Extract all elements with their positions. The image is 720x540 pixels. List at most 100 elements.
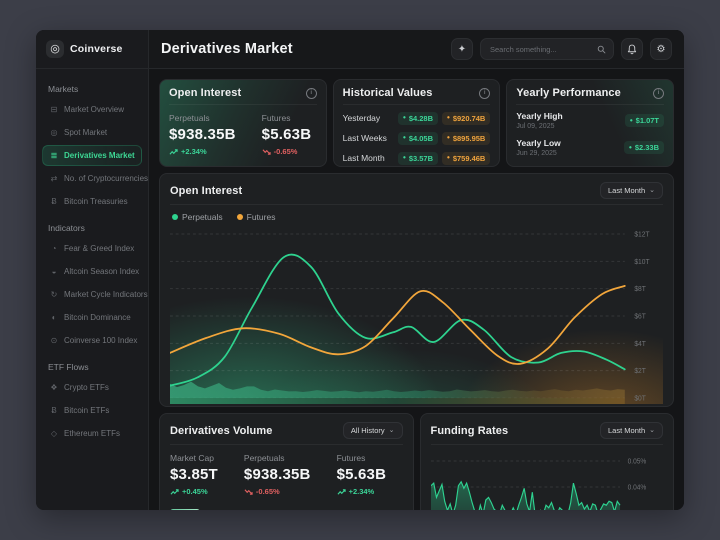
sidebar-item-ethereum-etfs[interactable]: ◇Ethereum ETFs bbox=[42, 423, 142, 444]
info-icon[interactable]: i bbox=[653, 88, 664, 99]
value-badge-green: •$1.07T bbox=[625, 114, 664, 127]
sidebar-item-label: Market Cycle Indicators bbox=[64, 290, 148, 299]
market-overview-icon: ⊟ bbox=[49, 105, 59, 114]
bell-icon bbox=[627, 44, 637, 55]
sidebar-item-altcoin-season-index[interactable]: ◒Altcoin Season Index bbox=[42, 261, 142, 282]
stat-market-cap: Market Cap$3.85T+0.45% bbox=[170, 453, 218, 496]
chevron-down-icon: ⌄ bbox=[389, 429, 395, 433]
trend-down-icon bbox=[262, 148, 271, 156]
range-select-open-interest[interactable]: Last Month ⌄ bbox=[600, 182, 663, 199]
card-title: Historical Values bbox=[343, 87, 433, 99]
no-of-cryptocurrencies-icon: ⇄ bbox=[49, 174, 59, 183]
stat-change: +0.45% bbox=[170, 487, 218, 496]
nav-section-label: ETF Flows bbox=[42, 353, 142, 375]
stat-label: Perpetuals bbox=[244, 453, 311, 463]
sidebar-item-no-of-cryptocurrencies[interactable]: ⇄No. of Cryptocurrencies bbox=[42, 168, 142, 189]
derivatives-volume-stats: Market Cap$3.85T+0.45%Perpetuals$938.35B… bbox=[170, 445, 403, 496]
bitcoin-dominance-icon: ◐ bbox=[49, 313, 59, 322]
sidebar-item-label: Coinverse 100 Index bbox=[64, 336, 137, 345]
legend-item-futures: Futures bbox=[237, 212, 276, 222]
badge-value: $895.95B bbox=[453, 134, 486, 143]
legend-dot-icon bbox=[237, 214, 243, 220]
yearly-row: Yearly HighJul 09, 2025•$1.07T bbox=[516, 107, 664, 134]
search-box[interactable] bbox=[480, 38, 614, 60]
chart-title: Open Interest bbox=[170, 185, 242, 197]
open-interest-chart-svg: $12T$10T$8T$6T$4T$2T$0T bbox=[170, 226, 663, 404]
sidebar-item-market-cycle-indicators[interactable]: ↻Market Cycle Indicators bbox=[42, 284, 142, 305]
sidebar-item-spot-market[interactable]: ◎Spot Market bbox=[42, 122, 142, 143]
dot-icon: • bbox=[447, 154, 450, 162]
range-label: Last Month bbox=[608, 186, 645, 195]
sidebar-item-label: Crypto ETFs bbox=[64, 383, 109, 392]
value-badge-orange: •$759.46B bbox=[442, 152, 490, 165]
sidebar-item-label: Bitcoin ETFs bbox=[64, 406, 109, 415]
yearly-performance-rows: Yearly HighJul 09, 2025•$1.07TYearly Low… bbox=[516, 105, 664, 161]
topbar: Derivatives Market ✦ bbox=[149, 30, 684, 69]
yearly-performance-card: Yearly Performance i Yearly HighJul 09, … bbox=[506, 79, 674, 167]
svg-text:0.05%: 0.05% bbox=[627, 458, 646, 465]
settings-button[interactable]: ⚙ bbox=[650, 38, 672, 60]
sidebar-item-fear-greed-index[interactable]: ◔Fear & Greed Index bbox=[42, 238, 142, 259]
legend-label: Perpetuals bbox=[182, 212, 223, 222]
content: Open Interest i Perpetuals$938.35B+2.34%… bbox=[149, 69, 684, 510]
derivatives-volume-card: Derivatives Volume All History ⌄ Market … bbox=[159, 413, 414, 510]
stat-change: -0.65% bbox=[244, 487, 311, 496]
value-badge-orange: •$895.95B bbox=[442, 132, 490, 145]
range-select-volume[interactable]: All History ⌄ bbox=[343, 422, 403, 439]
topbar-actions: ✦ ⚙ bbox=[451, 38, 672, 60]
info-icon[interactable]: i bbox=[306, 88, 317, 99]
coinverse-logo-icon: ◎ bbox=[46, 40, 64, 58]
sidebar-nav: Markets⊟Market Overview◎Spot Market≣Deri… bbox=[36, 69, 148, 452]
badge-value: $2.33B bbox=[635, 143, 659, 152]
chart-legend: Perpetuals Futures bbox=[170, 205, 663, 226]
change-value: +2.34% bbox=[181, 147, 207, 156]
dot-icon: • bbox=[403, 154, 406, 162]
info-icon[interactable]: i bbox=[479, 88, 490, 99]
sidebar-item-bitcoin-etfs[interactable]: Ƀ Bitcoin ETFs bbox=[42, 400, 142, 421]
sidebar-item-crypto-etfs[interactable]: ❖Crypto ETFs bbox=[42, 377, 142, 398]
sidebar-item-coinverse-100-index[interactable]: ⊙ Coinverse 100 Index bbox=[42, 330, 142, 351]
change-value: +0.45% bbox=[182, 487, 208, 496]
value-badge-green: •$3.57B bbox=[398, 152, 438, 165]
stat-perpetuals: Perpetuals$938.35B+2.34% bbox=[169, 113, 236, 156]
stat-change: -0.65% bbox=[262, 147, 312, 156]
legend-item-perpetuals: Perpetuals bbox=[172, 212, 223, 222]
value-badge-green: •$4.28B bbox=[398, 112, 438, 125]
range-label: Last Month bbox=[608, 426, 645, 435]
historical-row: Last Month•$3.57B•$759.46B bbox=[343, 148, 491, 167]
historical-values-rows: Yesterday•$4.28B•$920.74BLast Weeks•$4.0… bbox=[343, 105, 491, 167]
sidebar-item-derivatives-market[interactable]: ≣Derivatives Market bbox=[42, 145, 142, 166]
card-title: Yearly Performance bbox=[516, 87, 621, 99]
legend-label: Futures bbox=[247, 212, 276, 222]
stat-change: +2.34% bbox=[169, 147, 236, 156]
historical-row-label: Yesterday bbox=[343, 113, 398, 123]
dot-icon: • bbox=[447, 114, 450, 122]
sidebar-item-label: Market Overview bbox=[64, 105, 124, 114]
search-input[interactable] bbox=[488, 44, 593, 55]
historical-row: Yesterday•$4.28B•$920.74B bbox=[343, 108, 491, 128]
svg-text:$0T: $0T bbox=[634, 395, 646, 402]
chevron-down-icon: ⌄ bbox=[649, 429, 655, 433]
svg-text:$8T: $8T bbox=[634, 286, 646, 293]
bitcoin-etfs-icon: Ƀ bbox=[49, 406, 59, 415]
trend-up-icon bbox=[337, 488, 346, 496]
sidebar-item-bitcoin-treasuries[interactable]: ɃBitcoin Treasuries bbox=[42, 191, 142, 212]
summary-cards-row: Open Interest i Perpetuals$938.35B+2.34%… bbox=[159, 79, 674, 167]
brand-logo[interactable]: ◎ Coinverse bbox=[36, 30, 148, 69]
badge-value: $759.46B bbox=[453, 154, 486, 163]
svg-text:$4T: $4T bbox=[634, 341, 646, 348]
ai-assistant-button[interactable]: ✦ bbox=[451, 38, 473, 60]
stat-futures: Futures$5.63B-0.65% bbox=[262, 113, 312, 156]
volume-share-bar bbox=[170, 509, 200, 510]
sparkle-icon: ✦ bbox=[458, 44, 466, 55]
sidebar-item-market-overview[interactable]: ⊟ Market Overview bbox=[42, 99, 142, 120]
dot-icon: • bbox=[630, 117, 633, 125]
open-interest-chart: $12T$10T$8T$6T$4T$2T$0T bbox=[170, 226, 663, 404]
sidebar-item-bitcoin-dominance[interactable]: ◐Bitcoin Dominance bbox=[42, 307, 142, 328]
badge-value: $4.05B bbox=[409, 134, 433, 143]
coinverse-100-index-icon: ⊙ bbox=[49, 336, 59, 345]
historical-row: Last Weeks•$4.05B•$895.95B bbox=[343, 128, 491, 148]
historical-row-label: Last Weeks bbox=[343, 133, 398, 143]
notifications-button[interactable] bbox=[621, 38, 643, 60]
range-select-funding[interactable]: Last Month ⌄ bbox=[600, 422, 663, 439]
